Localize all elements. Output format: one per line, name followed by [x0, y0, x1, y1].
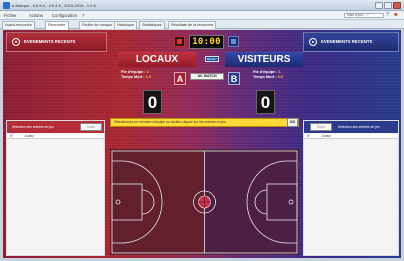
tab-historique[interactable]: Historique	[114, 21, 138, 29]
away-timeouts: Temps Mort : 0.0	[253, 75, 283, 80]
home-lineup-panel: Sélection des entrées en jeu Saisir N° J…	[6, 120, 105, 256]
info-message: Sélectionnez un membre d'équipe ou doubl…	[110, 118, 299, 127]
away-score: 0	[256, 90, 275, 114]
home-timeouts-label: Temps Mort :	[121, 75, 145, 79]
home-fouls-value: 1	[146, 70, 149, 74]
ok-button[interactable]: OK	[287, 118, 298, 127]
minimize-button[interactable]	[375, 2, 383, 9]
away-half	[204, 149, 299, 255]
home-team-name: LOCAUX	[118, 52, 196, 67]
away-fouls-value: 1	[278, 70, 281, 74]
person-icon[interactable]: ☻	[393, 12, 399, 18]
away-lineup-panel: Saisir Sélection des entrées en jeu N° J…	[303, 120, 399, 256]
home-lineup-header: Sélection des entrées en jeu Saisir	[7, 121, 104, 133]
away-events-title: EVENEMENTS RECENTS	[321, 39, 373, 44]
home-possession-button[interactable]	[174, 36, 185, 47]
home-score: 0	[143, 90, 162, 114]
menu-configuration[interactable]: Configuration	[52, 13, 77, 18]
away-recent-events: EVENEMENTS RECENTS	[303, 32, 399, 52]
tab-feuille-de-marque[interactable]: Feuille de marque	[79, 21, 116, 29]
game-clock[interactable]: 10:00	[189, 35, 224, 49]
square-icon	[231, 39, 236, 44]
square-icon	[177, 39, 182, 44]
basketball-court[interactable]	[110, 149, 299, 255]
table-header-row[interactable]: N° Joueur	[7, 134, 104, 139]
number-column-header: N°	[10, 134, 14, 138]
court-diagram	[110, 149, 299, 255]
away-team-name: VISITEURS	[225, 52, 303, 67]
number-column-header: N°	[307, 134, 311, 138]
tab-avant-rencontre[interactable]: Avant-rencontre	[2, 21, 35, 29]
menu-actions[interactable]: Actions	[29, 13, 43, 18]
tab-statistiques[interactable]: Statistiques	[139, 21, 165, 29]
maximize-button[interactable]	[384, 2, 392, 9]
away-lineup-label: Sélection des entrées en jeu	[338, 125, 380, 129]
table-header-row[interactable]: N° Joueur	[304, 134, 398, 139]
menu-bar: Fichier Actions Configuration ? Mise à j…	[0, 11, 404, 20]
menu-help[interactable]: ?	[82, 13, 84, 18]
home-search-field[interactable]: Saisir	[80, 123, 102, 131]
away-fouls-label: Fte d'équipe :	[253, 70, 278, 74]
away-lineup-header: Saisir Sélection des entrées en jeu	[304, 121, 398, 133]
menu-file[interactable]: Fichier	[4, 13, 17, 18]
help-icon[interactable]: ?	[386, 13, 389, 18]
home-timeouts-value: 1.0	[145, 75, 151, 79]
match-phase-button[interactable]: AV. MATCH	[190, 73, 224, 80]
window-title: e-Marque - 6.6.5.4 - 4.0.4.5 - 2015-2016…	[12, 3, 96, 8]
close-button[interactable]	[393, 2, 401, 9]
match-board: EVENEMENTS RECENTS EVENEMENTS RECENTS 10…	[3, 30, 401, 258]
away-timeouts-label: Temps Mort :	[253, 75, 277, 79]
home-fouls-label: Fte d'équipe :	[121, 70, 146, 74]
home-events-title: EVENEMENTS RECENTS	[24, 39, 76, 44]
help-search-field[interactable]: Mise à jour... ?	[344, 13, 384, 18]
player-column-header: Joueur	[24, 134, 35, 138]
tab-rencontre[interactable]: Rencontre	[45, 21, 69, 30]
home-lineup-label: Sélection des entrées en jeu	[12, 125, 54, 129]
home-timeouts: Temps Mort : 1.0	[121, 75, 151, 80]
away-possession-button[interactable]	[228, 36, 239, 47]
tab-bar: Avant-rencontre Rencontre Feuille de mar…	[0, 20, 404, 30]
app-icon	[3, 2, 10, 9]
away-search-field[interactable]: Saisir	[310, 123, 332, 131]
title-bar: e-Marque - 6.6.5.4 - 4.0.4.5 - 2015-2016…	[0, 0, 404, 11]
away-timeouts-value: 0.0	[277, 75, 283, 79]
player-column-header: Joueur	[321, 134, 332, 138]
away-team-letter[interactable]: B	[228, 72, 240, 85]
reset-button[interactable]: RESET	[205, 56, 219, 62]
home-recent-events: EVENEMENTS RECENTS	[6, 32, 107, 52]
home-team-letter[interactable]: A	[174, 72, 186, 85]
target-icon	[12, 38, 20, 46]
target-icon	[309, 38, 317, 46]
home-half	[110, 149, 205, 255]
tab-resultats[interactable]: Résultats de la rencontre	[168, 21, 217, 29]
